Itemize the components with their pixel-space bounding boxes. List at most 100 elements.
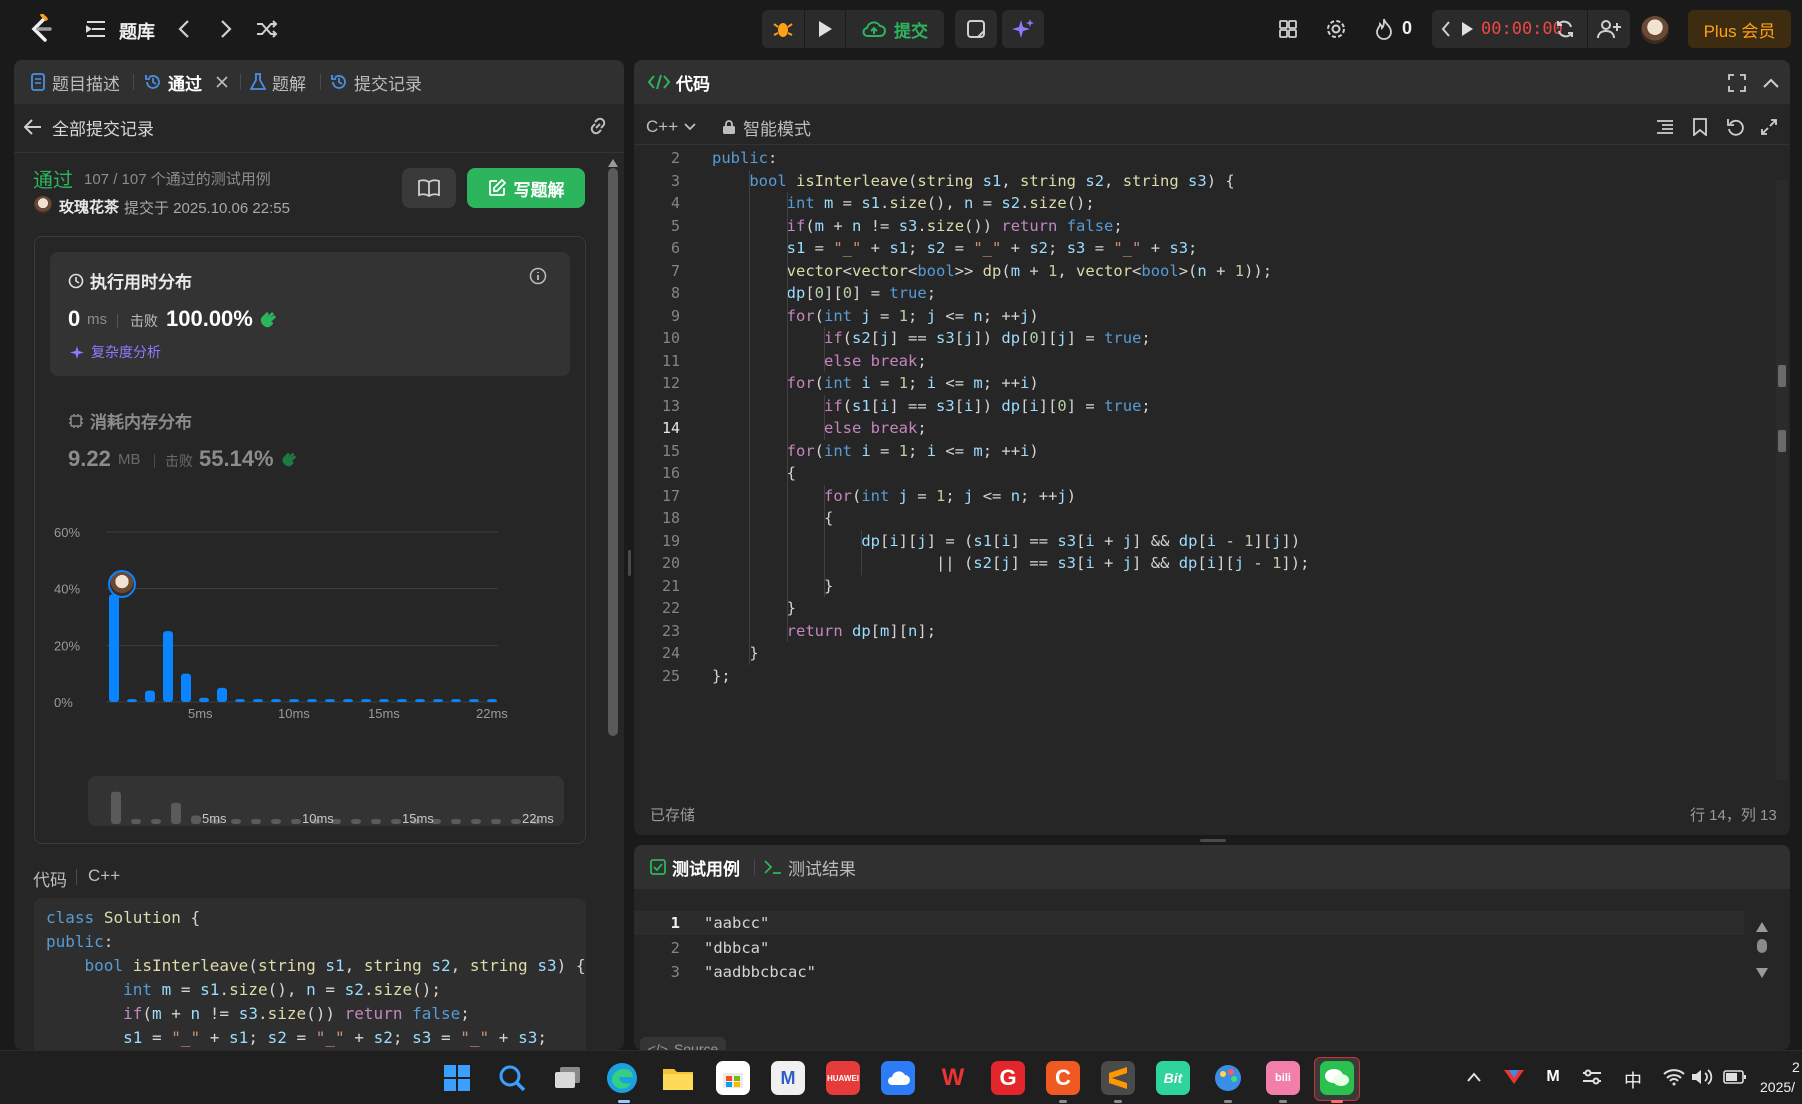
code-area[interactable]: 2 public: 3 bool isInterleave(string s1, s… bbox=[634, 147, 1774, 743]
streak-fire-icon[interactable] bbox=[1372, 17, 1396, 41]
clock-date[interactable]: 2025/ bbox=[1760, 1079, 1795, 1095]
tab-testcase[interactable]: 测试用例 bbox=[650, 845, 740, 889]
testcase-scroll-thumb[interactable] bbox=[1757, 939, 1767, 953]
store-icon[interactable] bbox=[716, 1061, 750, 1095]
file-explorer-icon[interactable] bbox=[661, 1061, 695, 1095]
distribution-bar[interactable] bbox=[181, 673, 191, 702]
distribution-bar[interactable] bbox=[109, 594, 119, 702]
complexity-analysis-link[interactable]: 复杂度分析 bbox=[70, 342, 161, 362]
code-line[interactable]: bool isInterleave(string s1, string s2, … bbox=[712, 170, 1234, 193]
timer-start-icon[interactable] bbox=[1458, 18, 1476, 40]
distribution-bar[interactable] bbox=[271, 699, 281, 702]
add-friend-icon[interactable] bbox=[1596, 17, 1622, 41]
reset-code-icon[interactable] bbox=[1724, 116, 1746, 138]
windows-start-icon[interactable] bbox=[440, 1061, 474, 1095]
layout-icon[interactable] bbox=[1276, 17, 1300, 41]
settings-gear-icon[interactable] bbox=[1324, 17, 1348, 41]
code-line[interactable]: int m = s1.size(), n = s2.size(); bbox=[712, 192, 1095, 215]
distribution-bar[interactable] bbox=[397, 699, 407, 702]
code-line[interactable]: if(s2[j] == s3[j]) dp[0][j] = true; bbox=[712, 327, 1151, 350]
prev-problem-icon[interactable] bbox=[172, 17, 196, 41]
submitter-name[interactable]: 玫瑰花茶 bbox=[59, 196, 119, 217]
expand-editor-icon[interactable] bbox=[1758, 116, 1780, 138]
distribution-bar[interactable] bbox=[217, 687, 227, 702]
code-line[interactable]: for(int j = 1; j <= n; ++j) bbox=[712, 485, 1076, 508]
submit-button[interactable]: 提交 bbox=[846, 10, 944, 48]
tab-test-result[interactable]: 测试结果 bbox=[764, 845, 856, 889]
link-icon[interactable] bbox=[586, 114, 610, 138]
left-scrollbar-thumb[interactable] bbox=[608, 168, 618, 736]
code-line[interactable]: for(int i = 1; i <= m; ++i) bbox=[712, 372, 1039, 395]
huawei-app-icon[interactable]: HUAWEI bbox=[826, 1061, 860, 1095]
bit-app-icon[interactable]: Bit bbox=[1156, 1061, 1190, 1095]
problem-list-link[interactable]: 题库 bbox=[119, 18, 155, 44]
bilibili-icon[interactable]: bili bbox=[1266, 1061, 1300, 1095]
leetcode-logo[interactable] bbox=[24, 12, 58, 46]
testcase-scroll-down-icon[interactable] bbox=[1756, 965, 1768, 978]
code-line[interactable]: } bbox=[712, 642, 758, 665]
distribution-bar[interactable] bbox=[289, 699, 299, 702]
distribution-bar[interactable] bbox=[307, 699, 317, 702]
distribution-bar[interactable] bbox=[361, 699, 371, 702]
code-line[interactable]: public: bbox=[712, 147, 777, 170]
code-line[interactable]: s1 = "_" + s1; s2 = "_" + s2; s3 = "_" +… bbox=[712, 237, 1198, 260]
tab-submissions[interactable]: 提交记录 bbox=[330, 60, 422, 104]
code-line[interactable]: }; bbox=[712, 665, 731, 688]
sublime-text-icon[interactable] bbox=[1101, 1061, 1135, 1095]
format-code-icon[interactable] bbox=[1654, 116, 1676, 138]
input-method-indicator[interactable]: 中 bbox=[1624, 1067, 1642, 1093]
notes-button[interactable] bbox=[955, 10, 997, 48]
timer-collapse-icon[interactable] bbox=[1436, 18, 1456, 40]
smart-mode-toggle[interactable]: 智能模式 bbox=[722, 114, 811, 140]
submitted-code-block[interactable]: class Solution { public: bool isInterlea… bbox=[34, 898, 586, 1050]
code-line[interactable]: else break; bbox=[712, 350, 927, 373]
testcase-line[interactable]: 3 "aadbbcbcac" bbox=[634, 960, 1744, 984]
distribution-bar[interactable] bbox=[487, 699, 497, 702]
distribution-bar[interactable] bbox=[451, 699, 461, 702]
distribution-bar[interactable] bbox=[433, 699, 443, 702]
code-line[interactable]: for(int j = 1; j <= n; ++j) bbox=[712, 305, 1039, 328]
shuffle-icon[interactable] bbox=[254, 17, 280, 41]
code-line[interactable]: for(int i = 1; i <= m; ++i) bbox=[712, 440, 1039, 463]
code-line[interactable]: else break; bbox=[712, 417, 927, 440]
edge-browser-icon[interactable] bbox=[605, 1061, 639, 1095]
code-line[interactable]: dp[0][0] = true; bbox=[712, 282, 936, 305]
next-problem-icon[interactable] bbox=[214, 17, 238, 41]
testcase-line[interactable]: 2 "dbbca" bbox=[634, 936, 1744, 960]
range-minimap[interactable]: 5ms 10ms 15ms 22ms bbox=[88, 776, 564, 826]
code-line[interactable]: { bbox=[712, 462, 796, 485]
wechat-icon[interactable] bbox=[1320, 1061, 1354, 1095]
distribution-bar[interactable] bbox=[145, 690, 155, 702]
search-icon[interactable] bbox=[495, 1061, 529, 1095]
horizontal-splitter[interactable] bbox=[1200, 839, 1226, 842]
timer-reset-icon[interactable] bbox=[1553, 17, 1577, 41]
tray-app-icon[interactable] bbox=[1502, 1065, 1526, 1089]
distribution-bar[interactable] bbox=[253, 699, 263, 702]
distribution-bar[interactable] bbox=[199, 697, 209, 702]
paint-app-icon[interactable] bbox=[1211, 1061, 1245, 1095]
testcase-scroll-up-icon[interactable] bbox=[1756, 919, 1768, 932]
code-line[interactable]: dp[i][j] = (s1[i] == s3[i + j] && dp[i -… bbox=[712, 530, 1300, 553]
distribution-bar[interactable] bbox=[469, 699, 479, 702]
code-line[interactable]: || (s2[j] == s3[i + j] && dp[i][j - 1]); bbox=[712, 552, 1309, 575]
c-app-icon[interactable]: C bbox=[1046, 1061, 1080, 1095]
tray-settings-icon[interactable] bbox=[1580, 1065, 1604, 1089]
distribution-bar[interactable] bbox=[415, 699, 425, 702]
clock-time[interactable]: 2 bbox=[1792, 1059, 1800, 1075]
vertical-splitter[interactable] bbox=[628, 550, 631, 576]
source-button[interactable]: </> Source bbox=[640, 1037, 726, 1050]
book-button[interactable] bbox=[402, 168, 456, 208]
code-line[interactable]: { bbox=[712, 507, 833, 530]
info-icon[interactable] bbox=[528, 266, 548, 286]
testcase-editor[interactable]: 1 "aabcc" 2 "dbbca" 3 "aadbbcbcac" bbox=[634, 911, 1754, 991]
user-avatar[interactable] bbox=[1641, 16, 1669, 44]
fullscreen-icon[interactable] bbox=[1726, 72, 1748, 94]
write-solution-button[interactable]: 写题解 bbox=[467, 168, 585, 208]
tray-mail-icon[interactable]: M bbox=[1541, 1065, 1565, 1089]
g-app-icon[interactable]: G bbox=[991, 1061, 1025, 1095]
scroll-up-icon[interactable] bbox=[608, 154, 618, 167]
code-line[interactable]: vector<vector<bool>> dp(m + 1, vector<bo… bbox=[712, 260, 1272, 283]
editor-scrollbar[interactable] bbox=[1776, 180, 1788, 780]
battery-icon[interactable] bbox=[1722, 1065, 1748, 1089]
plus-membership-button[interactable]: Plus 会员 bbox=[1688, 10, 1791, 48]
